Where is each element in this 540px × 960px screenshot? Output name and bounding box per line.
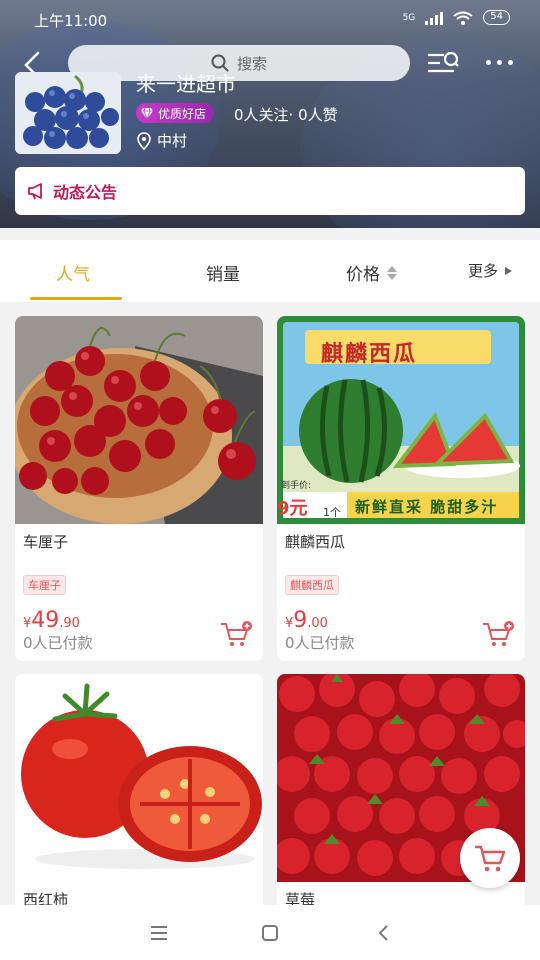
paid-count: 0人已付款 xyxy=(23,634,93,652)
diamond-icon xyxy=(141,107,153,120)
product-tag: 麒麟西瓜 xyxy=(285,575,339,595)
tab-popularity[interactable]: 人气 xyxy=(56,260,90,285)
poster-price-prefix: 到手价: xyxy=(281,481,312,491)
product-image xyxy=(15,316,263,524)
poster-slogan: 新鲜直采 脆甜多汁 xyxy=(355,498,499,516)
store-name: 来一进超市 xyxy=(136,72,236,96)
wifi-icon xyxy=(453,11,473,25)
announcement-label: 动态公告 xyxy=(53,183,118,202)
status-bar: 上午11:00 5G 54 xyxy=(0,0,540,40)
status-icons: 5G 54 xyxy=(403,10,510,25)
network-type: 5G xyxy=(402,12,416,23)
tab-price[interactable]: 价格 xyxy=(346,260,398,285)
system-nav-bar xyxy=(0,905,540,960)
back-nav-icon[interactable] xyxy=(372,921,396,945)
product-name: 麒麟西瓜 xyxy=(285,533,346,551)
product-name: 车厘子 xyxy=(23,533,69,551)
add-to-cart-icon[interactable] xyxy=(481,620,515,648)
tab-label: 价格 xyxy=(346,265,380,285)
badge-label: 优质好店 xyxy=(158,106,207,121)
product-card[interactable]: 西红柿 xyxy=(15,674,263,914)
poster-price: 9元 xyxy=(277,498,308,519)
search-placeholder: 搜索 xyxy=(236,54,267,73)
status-time: 上午11:00 xyxy=(34,12,108,30)
category-search-icon[interactable] xyxy=(426,50,460,78)
product-card[interactable]: 麒麟西瓜 到手价: 9元 1个 新鲜直采 脆甜多汁 麒麟西瓜 麒麟西瓜 ¥9.0… xyxy=(277,316,525,661)
product-tag: 车厘子 xyxy=(23,575,66,595)
active-tab-indicator xyxy=(30,297,122,300)
more-options-icon[interactable] xyxy=(486,60,513,65)
shopping-cart-icon xyxy=(475,845,506,872)
sort-tabs: 人气 销量 价格 更多 xyxy=(0,240,540,302)
tab-more[interactable]: 更多 xyxy=(468,260,513,281)
store-location: 中村 xyxy=(137,130,187,151)
product-price: ¥9.00 xyxy=(285,608,328,633)
price-decimal: .90 xyxy=(59,616,80,631)
price-integer: 49 xyxy=(31,608,60,633)
tab-label: 更多 xyxy=(468,262,499,280)
floating-cart-button[interactable] xyxy=(460,828,520,888)
store-logo xyxy=(15,72,121,154)
product-image xyxy=(15,674,263,882)
signal-icon xyxy=(425,11,444,25)
paid-count: 0人已付款 xyxy=(285,634,355,652)
location-pin-icon xyxy=(137,131,151,150)
follow-stats: 0人关注· 0人赞 xyxy=(234,106,338,124)
quality-store-badge: 优质好店 xyxy=(136,103,215,123)
battery-icon: 54 xyxy=(483,10,510,25)
poster-title: 麒麟西瓜 xyxy=(321,342,418,367)
triangle-right-icon xyxy=(505,266,513,275)
home-icon[interactable] xyxy=(258,921,282,945)
poster-unit: 1个 xyxy=(323,506,341,519)
announcement-bar[interactable]: 动态公告 xyxy=(15,167,525,215)
price-integer: 9 xyxy=(293,608,308,633)
tab-label: 人气 xyxy=(56,265,90,285)
tab-sales[interactable]: 销量 xyxy=(206,260,240,285)
product-price: ¥49.90 xyxy=(23,608,80,633)
menu-icon[interactable] xyxy=(147,921,171,945)
tab-label: 销量 xyxy=(206,265,240,285)
product-card[interactable]: 车厘子 车厘子 ¥49.90 0人已付款 xyxy=(15,316,263,661)
location-label: 中村 xyxy=(157,132,188,150)
add-to-cart-icon[interactable] xyxy=(219,620,253,648)
sort-arrows-icon xyxy=(387,265,397,280)
megaphone-icon xyxy=(28,183,42,200)
store-header: 上午11:00 5G 54 搜索 来一进超市 优质好店 0人关注· 0人赞 中村… xyxy=(0,0,540,228)
price-decimal: .00 xyxy=(307,616,328,631)
